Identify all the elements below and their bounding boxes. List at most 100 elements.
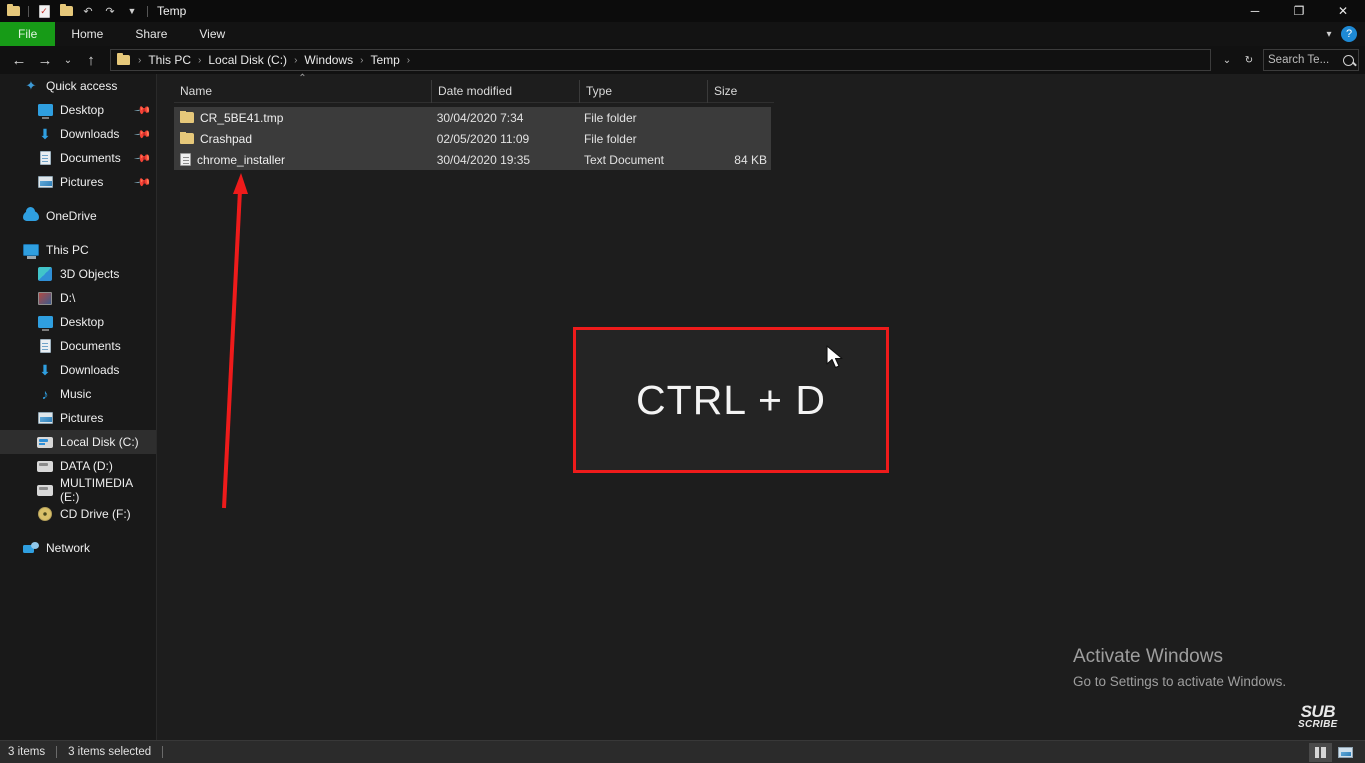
file-type-cell: File folder xyxy=(583,110,637,125)
column-header-name[interactable]: ⌃ Name xyxy=(174,73,432,103)
activate-windows-watermark: Activate Windows Go to Settings to activ… xyxy=(1073,646,1286,689)
maximize-button[interactable]: ❐ xyxy=(1277,0,1321,22)
breadcrumb-item-windows[interactable]: Windows xyxy=(301,53,356,67)
sidebar-item-pictures[interactable]: Pictures xyxy=(0,406,156,430)
tab-file[interactable]: File xyxy=(0,22,56,46)
sidebar-item-label: Network xyxy=(46,541,91,555)
breadcrumb-item-this-pc[interactable]: This PC xyxy=(145,53,194,67)
properties-icon[interactable]: ✓ xyxy=(35,3,53,19)
text-document-icon xyxy=(180,153,191,166)
sidebar-item-music[interactable]: ♪ Music xyxy=(0,382,156,406)
customize-chevron-icon[interactable]: ▼ xyxy=(123,3,141,19)
breadcrumb-folder-icon xyxy=(117,52,130,65)
sidebar-item-this-pc[interactable]: This PC xyxy=(0,238,156,262)
column-header-size[interactable]: Size xyxy=(708,80,774,103)
file-name: Crashpad xyxy=(200,131,253,146)
sidebar-item-quick-access[interactable]: ✦ Quick access xyxy=(0,74,156,98)
column-header-type[interactable]: Type xyxy=(580,79,708,103)
chevron-down-icon[interactable]: ▾ xyxy=(1321,29,1337,40)
sidebar-item-label: Pictures xyxy=(60,175,104,189)
search-icon[interactable] xyxy=(1343,54,1354,66)
table-row[interactable]: Crashpad 02/05/2020 11:09 File folder xyxy=(174,128,771,149)
sidebar-item-documents[interactable]: Documents xyxy=(0,334,156,358)
redo-icon[interactable]: ↷ xyxy=(101,3,119,19)
help-icon[interactable]: ? xyxy=(1341,26,1357,42)
table-row[interactable]: CR_5BE41.tmp 30/04/2020 7:34 File folder xyxy=(174,107,771,128)
refresh-icon[interactable]: ↻ xyxy=(1239,48,1259,72)
picture-icon xyxy=(36,173,54,191)
search-box[interactable] xyxy=(1263,49,1359,71)
tab-share[interactable]: Share xyxy=(119,22,183,46)
sidebar-item-documents-qa[interactable]: Documents 📌 xyxy=(0,146,156,170)
network-icon xyxy=(22,539,40,557)
breadcrumb-separator-4: › xyxy=(406,54,411,66)
sidebar-item-downloads[interactable]: ⬇ Downloads xyxy=(0,358,156,382)
view-mode-buttons xyxy=(1309,742,1357,762)
sidebar-item-multimedia-e[interactable]: MULTIMEDIA (E:) xyxy=(0,476,156,504)
sidebar-item-pictures-qa[interactable]: Pictures 📌 xyxy=(0,170,156,194)
sidebar-item-data-d[interactable]: DATA (D:) xyxy=(0,454,156,478)
column-header-row: ⌃ Name Date modified Type Size xyxy=(174,73,774,103)
minimize-button[interactable]: ─ xyxy=(1233,0,1277,22)
close-button[interactable]: ✕ xyxy=(1321,0,1365,22)
pin-icon[interactable]: 📌 xyxy=(134,101,153,119)
pin-icon[interactable]: 📌 xyxy=(134,173,153,191)
column-header-date-modified[interactable]: Date modified xyxy=(432,79,580,103)
forward-button[interactable]: → xyxy=(32,48,58,72)
recent-locations-icon[interactable]: ⌄ xyxy=(58,48,78,72)
sidebar-item-onedrive[interactable]: OneDrive xyxy=(0,204,156,228)
pin-icon[interactable]: 📌 xyxy=(134,125,153,143)
sidebar-item-desktop[interactable]: Desktop xyxy=(0,310,156,334)
breadcrumb[interactable]: › This PC › Local Disk (C:) › Windows › … xyxy=(110,49,1211,71)
sidebar-item-label: DATA (D:) xyxy=(60,459,113,473)
file-date-cell: 02/05/2020 11:09 xyxy=(436,131,530,146)
sidebar-item-label: Pictures xyxy=(60,411,104,425)
music-icon: ♪ xyxy=(41,386,49,402)
sidebar-item-label: Documents xyxy=(60,339,121,353)
breadcrumb-separator-0: › xyxy=(138,54,142,66)
sidebar-item-label: 3D Objects xyxy=(60,267,120,281)
breadcrumb-item-local-disk-c[interactable]: Local Disk (C:) xyxy=(205,53,290,67)
tab-view[interactable]: View xyxy=(183,22,241,46)
file-rows: CR_5BE41.tmp 30/04/2020 7:34 File folder… xyxy=(174,107,771,170)
up-button[interactable]: ↑ xyxy=(78,48,104,72)
breadcrumb-item-temp[interactable]: Temp xyxy=(367,53,402,67)
sidebar-item-label: CD Drive (F:) xyxy=(60,507,131,521)
file-date-cell: 30/04/2020 7:34 xyxy=(436,110,524,125)
folder-icon[interactable] xyxy=(4,3,22,19)
window-controls: ─ ❐ ✕ xyxy=(1233,0,1365,22)
sidebar-item-downloads-qa[interactable]: ⬇ Downloads 📌 xyxy=(0,122,156,146)
large-icons-view-button[interactable] xyxy=(1334,743,1357,762)
undo-icon[interactable]: ↶ xyxy=(79,3,97,19)
tab-home[interactable]: Home xyxy=(55,22,119,46)
toolbar-divider-2 xyxy=(147,5,148,17)
details-view-button[interactable] xyxy=(1309,742,1332,762)
title-bar: ✓ ↶ ↷ ▼ Temp ─ ❐ ✕ xyxy=(0,0,1365,22)
star-icon: ✦ xyxy=(25,78,37,93)
pc-icon xyxy=(22,241,40,259)
column-label: Name xyxy=(180,84,213,98)
table-row[interactable]: chrome_installer 30/04/2020 19:35 Text D… xyxy=(174,149,771,170)
sidebar-item-desktop-qa[interactable]: Desktop 📌 xyxy=(0,98,156,122)
sidebar-item-label: Music xyxy=(60,387,92,401)
sidebar-item-3d-objects[interactable]: 3D Objects xyxy=(0,262,156,286)
address-history-icon[interactable]: ⌄ xyxy=(1217,48,1237,72)
file-name-cell: chrome_installer xyxy=(174,153,431,167)
sidebar-item-cd-drive-f[interactable]: CD Drive (F:) xyxy=(0,502,156,526)
sidebar-item-local-disk-c[interactable]: Local Disk (C:) xyxy=(0,430,156,454)
item-count-label: 3 items xyxy=(8,746,46,758)
new-folder-icon[interactable] xyxy=(57,3,75,19)
window-title: Temp xyxy=(157,4,187,18)
download-icon: ⬇ xyxy=(39,362,51,378)
pin-icon[interactable]: 📌 xyxy=(134,149,153,167)
navigation-pane[interactable]: ✦ Quick access Desktop 📌 ⬇ Downloads 📌 D… xyxy=(0,74,157,740)
search-input[interactable] xyxy=(1268,54,1340,66)
back-button[interactable]: ← xyxy=(6,48,32,72)
file-name: CR_5BE41.tmp xyxy=(200,110,284,125)
sidebar-item-drive-d[interactable]: D:\ xyxy=(0,286,156,310)
sidebar-item-label: Documents xyxy=(60,151,121,165)
sidebar-item-network[interactable]: Network xyxy=(0,536,156,560)
